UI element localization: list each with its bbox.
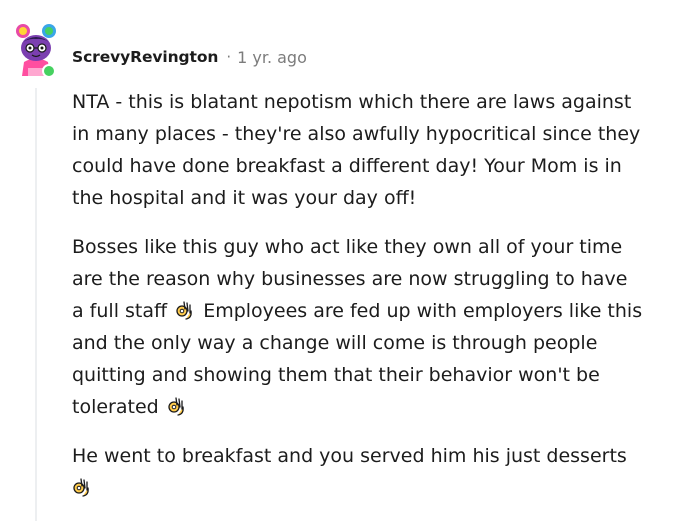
text-line-with-emoji: a full staff Employees are fed up with e…: [72, 295, 692, 327]
paragraph-3: He went to breakfast and you served him …: [72, 440, 692, 504]
ok-hand-icon: [73, 478, 89, 497]
comment: ScrevyRevington · 1 yr. ago NTA - this i…: [0, 0, 700, 521]
text-segment: Employees are fed up with employers like…: [203, 300, 643, 322]
online-status-indicator: [42, 64, 56, 78]
comment-meta: ScrevyRevington · 1 yr. ago: [72, 45, 307, 69]
timestamp-link[interactable]: 1 yr. ago: [237, 48, 307, 67]
text-line: He went to breakfast and you served him …: [72, 445, 627, 467]
ok-hand-icon: [176, 301, 192, 320]
paragraph-1: NTA - this is blatant nepotism which the…: [72, 86, 692, 214]
text-line: and the only way a change will come is t…: [72, 332, 598, 354]
username-link[interactable]: ScrevyRevington: [72, 48, 218, 66]
text-segment: a full staff: [72, 300, 168, 322]
text-line: in many places - they're also awfully hy…: [72, 123, 641, 145]
comment-body: NTA - this is blatant nepotism which the…: [72, 86, 692, 521]
emoji-line: [72, 472, 692, 504]
ok-hand-icon: [168, 397, 184, 416]
text-line-with-emoji: tolerated: [72, 391, 692, 423]
text-line: are the reason why businesses are now st…: [72, 268, 628, 290]
text-line: quitting and showing them that their beh…: [72, 364, 600, 386]
text-line: the hospital and it was your day off!: [72, 187, 417, 209]
text-line: could have done breakfast a different da…: [72, 155, 622, 177]
paragraph-2: Bosses like this guy who act like they o…: [72, 231, 692, 423]
meta-separator: ·: [226, 48, 232, 66]
text-line: NTA - this is blatant nepotism which the…: [72, 91, 632, 113]
thread-line[interactable]: [35, 88, 37, 521]
text-line: Bosses like this guy who act like they o…: [72, 236, 623, 258]
text-segment: tolerated: [72, 396, 159, 418]
